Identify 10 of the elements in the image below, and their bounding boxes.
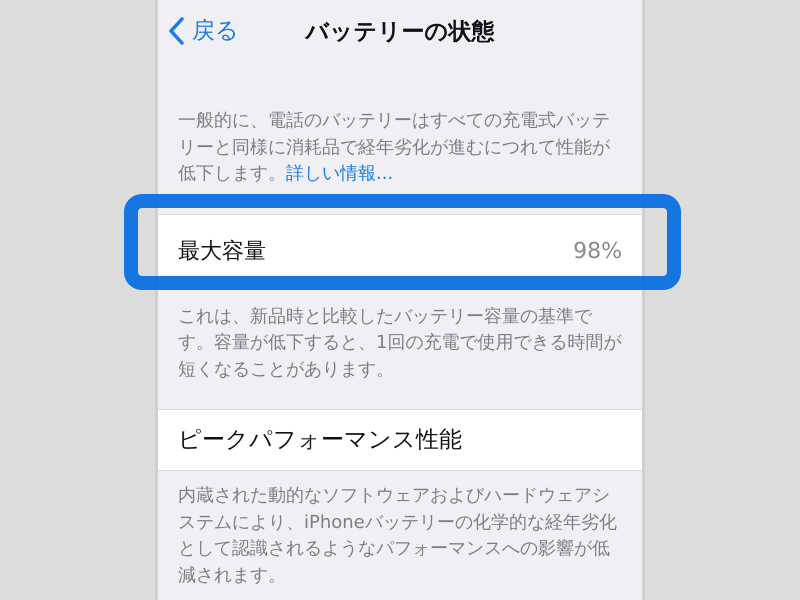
more-info-link[interactable]: 詳しい情報... [286,163,394,184]
screen-title: バッテリーの状態 [306,18,494,47]
capacity-value: 98% [573,238,622,266]
back-button[interactable]: 戻る [168,14,239,48]
intro-text: 一般的に、電話のバッテリーはすべての充電式バッテリーと同様に消耗品で経年劣化が進むにつれて性能が低下します。詳しい情報... [177,109,612,186]
capacity-note: これは、新品時と比較したバッテリー容量の基準です。容量が低下すると、1回の充電で使用できる時間が短くなることがあります。 [177,304,623,382]
back-chevron-icon [168,17,184,46]
peak-performance-note: 内蔵された動的なソフトウェアおよびハードウェアシステムにより、iPhoneバッテリーの化学的な経年劣化として認識されるようなパフォーマンスへの影響が低減されます。 [177,484,618,588]
peak-performance-label: ピークパフォーマンス性能 [178,426,462,455]
capacity-label: 最大容量 [178,238,266,266]
